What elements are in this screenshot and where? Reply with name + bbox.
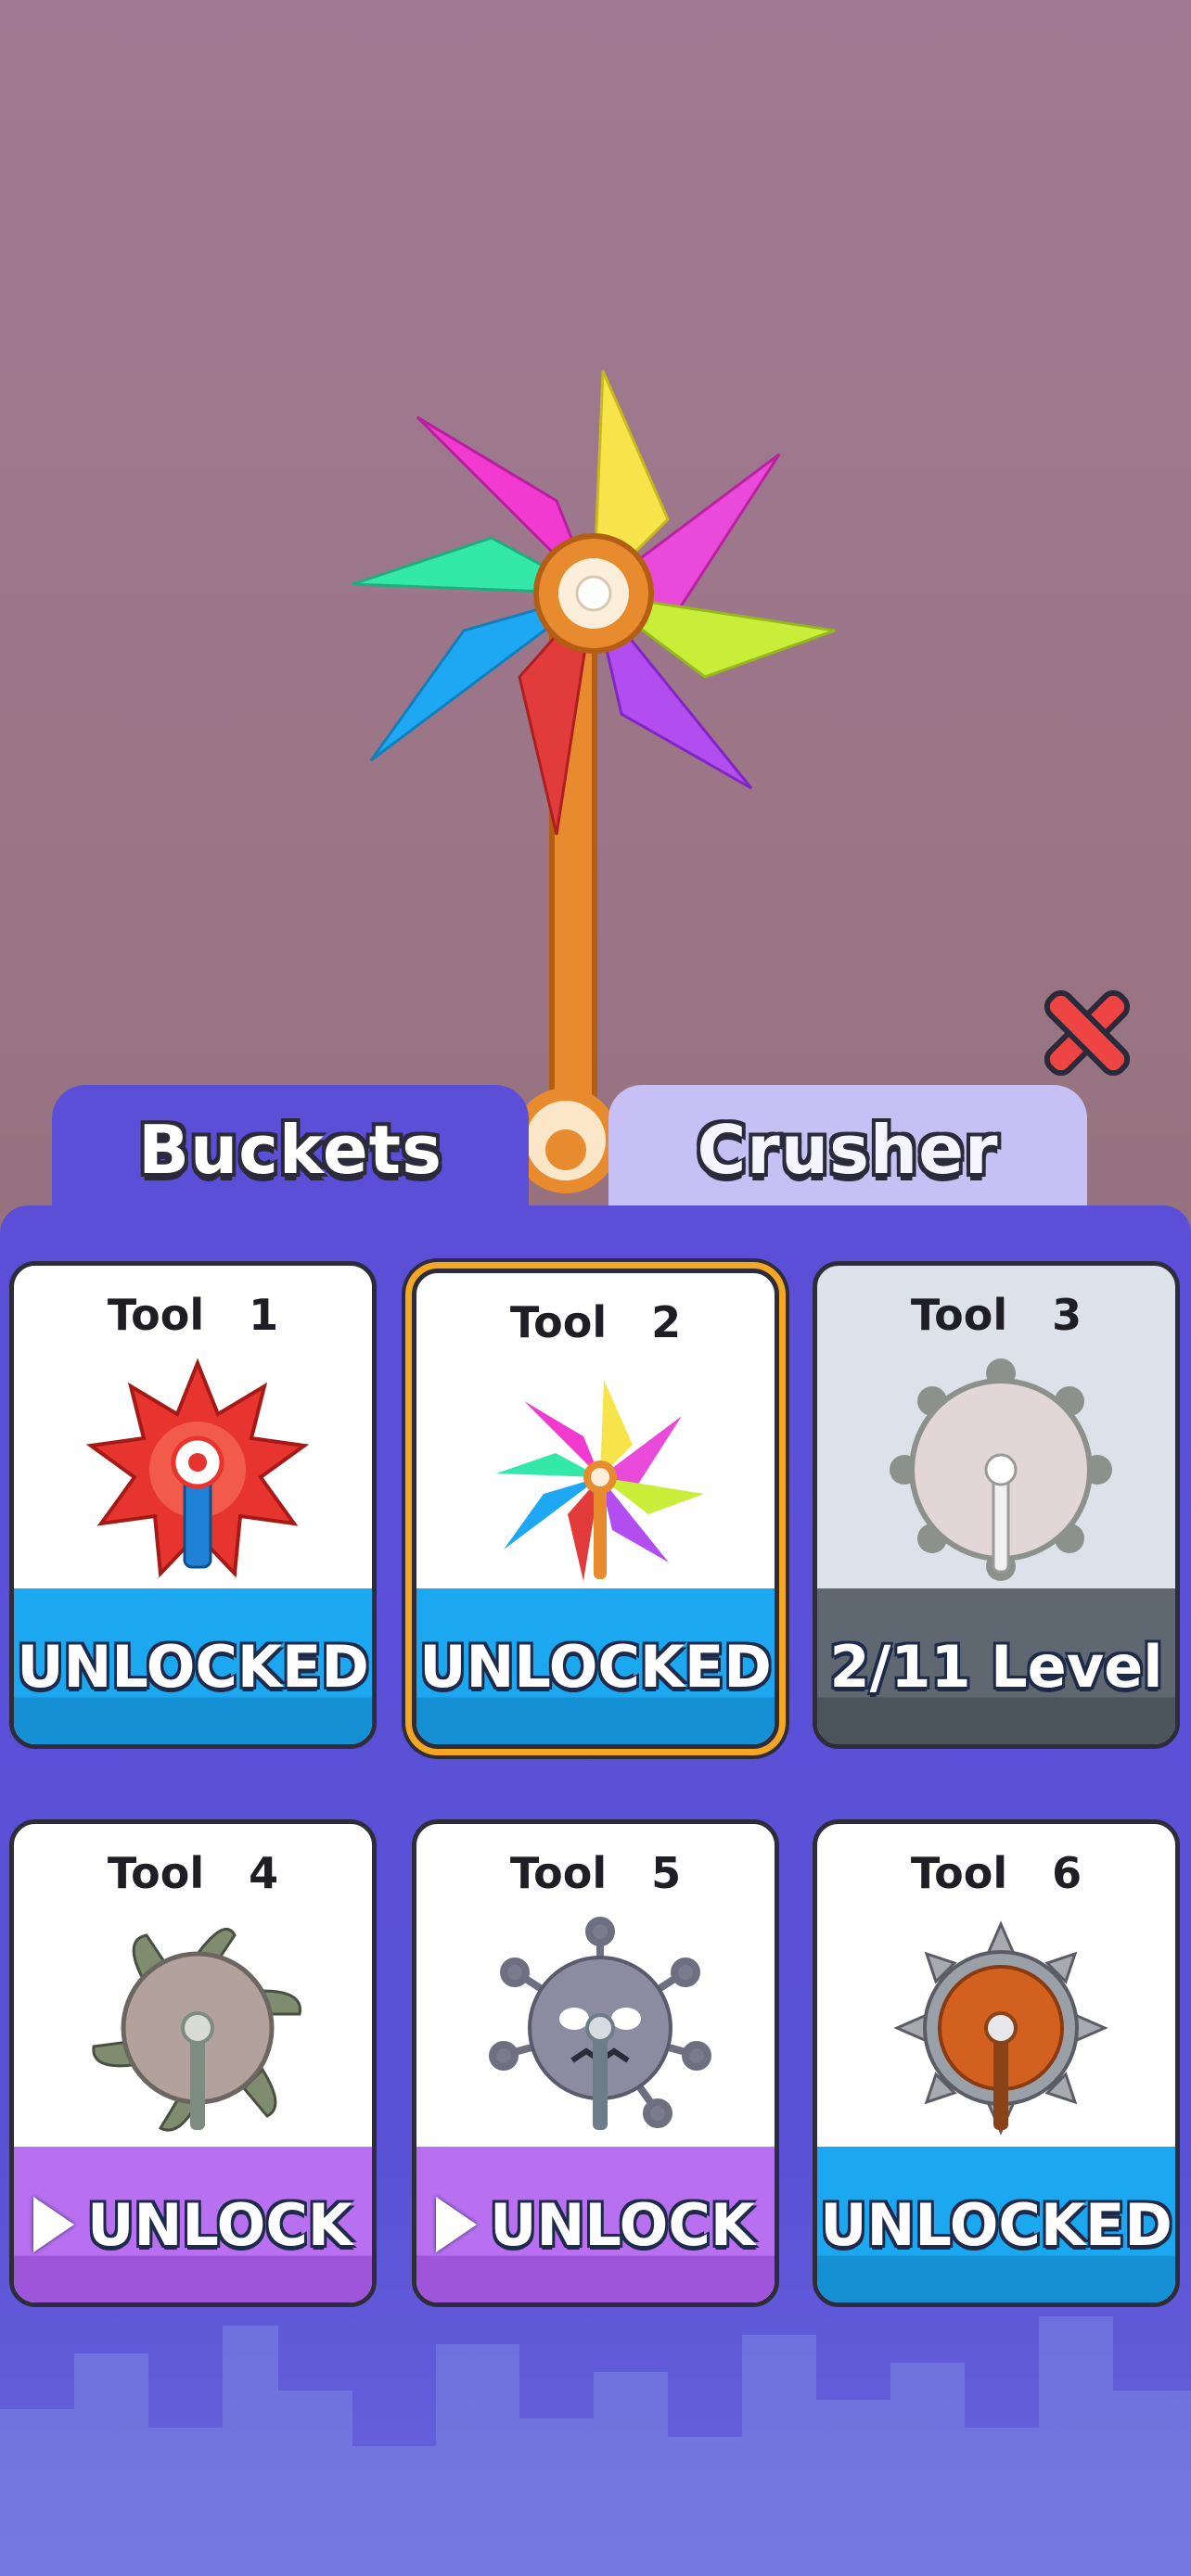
play-video-icon xyxy=(33,2197,75,2252)
unlock-label: UNLOCK xyxy=(490,2190,755,2259)
tab-bar: Crusher Buckets xyxy=(0,1076,1191,1215)
pinwheel-icon xyxy=(496,1380,704,1581)
tool-title: Tool 2 xyxy=(509,1297,682,1347)
tab-buckets[interactable]: Buckets xyxy=(52,1085,529,1215)
gear-disc-icon xyxy=(890,1358,1112,1581)
close-x-icon xyxy=(1044,989,1131,1077)
tool-card-5[interactable]: Tool 5 UNLOCK xyxy=(412,1819,779,2307)
tool-title: Tool 6 xyxy=(910,1848,1082,1898)
game-scene xyxy=(352,370,836,1193)
tab-crusher[interactable]: Crusher xyxy=(608,1085,1087,1215)
spiked-wooden-wheel-icon xyxy=(893,1920,1108,2136)
tool-status-unlocked: UNLOCKED xyxy=(817,2147,1175,2302)
tool-status-unlocked: UNLOCKED xyxy=(416,1588,775,1744)
play-video-icon xyxy=(436,2197,478,2252)
virus-face-icon xyxy=(489,1917,711,2130)
tool-status-level-progress: 2/11 Level xyxy=(817,1588,1175,1744)
tool-status-unlock[interactable]: UNLOCK xyxy=(416,2147,775,2302)
close-button[interactable] xyxy=(1030,976,1145,1090)
unlock-label: UNLOCK xyxy=(87,2190,352,2259)
tool-status-unlocked: UNLOCKED xyxy=(14,1588,372,1744)
spiked-saw-icon xyxy=(92,1927,301,2132)
tool-status-unlock[interactable]: UNLOCK xyxy=(14,2147,372,2302)
city-skyline-decoration xyxy=(0,2316,1191,2576)
tool-title: Tool 4 xyxy=(107,1848,279,1898)
red-star-saw-icon xyxy=(86,1358,309,1578)
tool-card-3[interactable]: Tool 3 2/11 Level xyxy=(813,1261,1180,1749)
tool-title: Tool 1 xyxy=(107,1290,279,1340)
tool-title: Tool 3 xyxy=(910,1290,1082,1340)
tool-card-1[interactable]: Tool 1 UNLOCKED xyxy=(9,1261,377,1749)
tool-card-6[interactable]: Tool 6 UNLOCKED xyxy=(813,1819,1180,2307)
tool-card-4[interactable]: Tool 4 UNLOCK xyxy=(9,1819,377,2307)
tool-title: Tool 5 xyxy=(509,1848,682,1898)
tool-card-2[interactable]: Tool 2 UNLOCKED xyxy=(412,1269,779,1749)
